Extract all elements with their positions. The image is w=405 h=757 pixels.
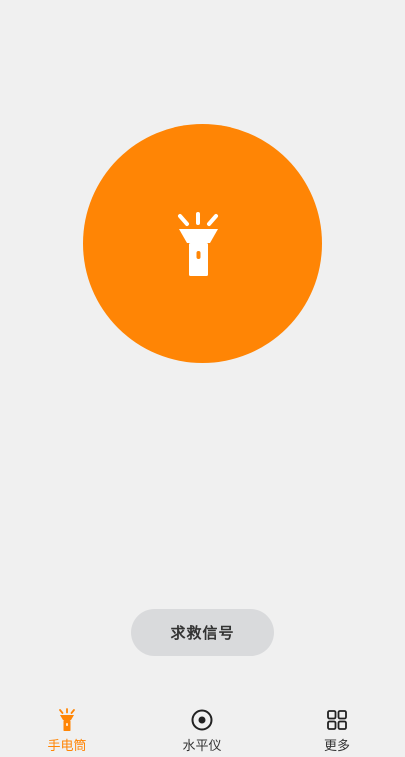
tab-level[interactable]: 水平仪 [162,708,242,754]
tab-flashlight[interactable]: 手电筒 [27,708,107,754]
tab-label: 更多 [323,739,350,754]
torch-toggle-button[interactable] [83,124,322,363]
flashlight-icon [177,211,218,276]
tab-label: 手电筒 [47,739,87,754]
flashlight-icon [59,708,75,731]
tab-label: 水平仪 [182,739,222,754]
tab-more[interactable]: 更多 [297,708,377,754]
grid-icon [327,710,347,730]
level-icon [191,709,213,731]
sos-signal-button[interactable]: 求救信号 [131,609,274,656]
flashlight-screen: 求救信号 手电筒 水平仪 更多 [0,0,405,757]
bottom-tab-bar: 手电筒 水平仪 更多 [0,700,405,757]
